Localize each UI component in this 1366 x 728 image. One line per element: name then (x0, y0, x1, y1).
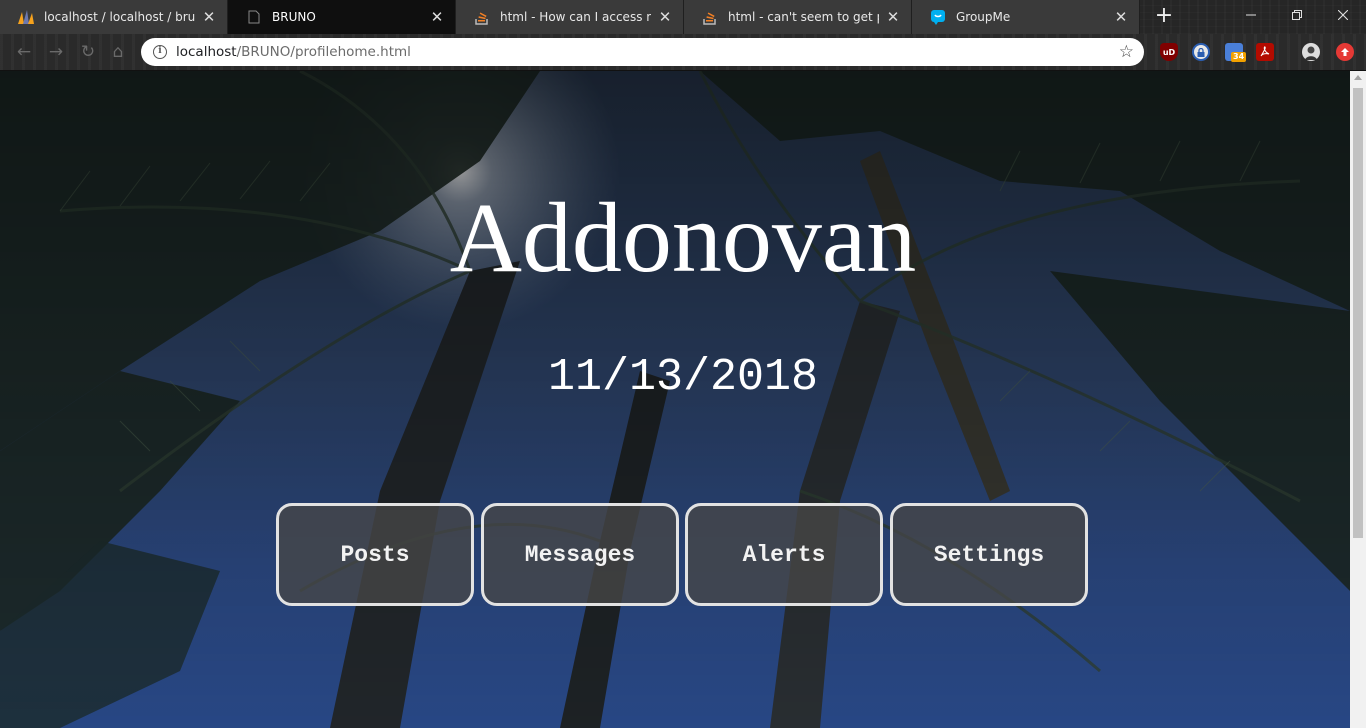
tab-stackoverflow-2[interactable]: html - can't seem to get php w ✕ (684, 0, 912, 34)
settings-button[interactable]: Settings (890, 503, 1088, 606)
profile-name: Addonovan (449, 182, 917, 293)
reload-icon[interactable]: ↻ (78, 42, 98, 62)
scrollbar-thumb[interactable] (1353, 88, 1363, 538)
tab-groupme[interactable]: GroupMe ✕ (912, 0, 1140, 34)
tab-title: GroupMe (956, 10, 1011, 24)
site-info-icon[interactable]: i (153, 45, 167, 59)
tab-phpmyadmin[interactable]: localhost / localhost / bruno / ✕ (0, 0, 228, 34)
profile-date: 11/13/2018 (547, 352, 819, 403)
bookmark-star-icon[interactable]: ☆ (1119, 42, 1134, 62)
tab-stackoverflow-1[interactable]: html - How can I access my se ✕ (456, 0, 684, 34)
restore-button[interactable] (1274, 0, 1320, 30)
close-icon[interactable]: ✕ (885, 9, 901, 25)
lastpass-icon[interactable] (1192, 43, 1210, 61)
tab-title: html - can't seem to get php w (728, 10, 879, 24)
restore-icon (1292, 10, 1302, 20)
url-path: /BRUNO/profilehome.html (236, 44, 411, 60)
browser-toolbar: ← → ↻ ⌂ i localhost/BRUNO/profilehome.ht… (0, 34, 1366, 71)
minimize-icon (1246, 14, 1256, 16)
close-icon (1338, 10, 1348, 20)
phpmyadmin-icon (18, 9, 34, 25)
tab-bruno[interactable]: BRUNO ✕ (228, 0, 456, 34)
ublock-icon[interactable]: uD (1160, 43, 1178, 61)
stackoverflow-icon (702, 9, 718, 25)
close-icon[interactable]: ✕ (429, 9, 445, 25)
posts-button[interactable]: Posts (276, 503, 474, 606)
new-tab-button[interactable]: + (1152, 5, 1176, 29)
extension-icon[interactable]: 34 (1225, 43, 1247, 62)
back-arrow-icon[interactable]: ← (14, 42, 34, 62)
blank-page-icon (246, 9, 262, 25)
home-icon[interactable]: ⌂ (108, 42, 128, 62)
scroll-up-arrow-icon[interactable] (1354, 75, 1362, 80)
alerts-button[interactable]: Alerts (685, 503, 883, 606)
tab-strip: localhost / localhost / bruno / ✕ BRUNO … (0, 0, 1366, 34)
url-text[interactable]: localhost/BRUNO/profilehome.html (176, 44, 1119, 60)
tab-title: html - How can I access my se (500, 10, 651, 24)
close-icon[interactable]: ✕ (201, 9, 217, 25)
groupme-icon (930, 9, 946, 25)
update-arrow-icon[interactable] (1336, 43, 1354, 61)
url-host: localhost (176, 44, 237, 60)
close-icon[interactable]: ✕ (657, 9, 673, 25)
close-window-button[interactable] (1320, 0, 1366, 30)
avatar[interactable] (1302, 43, 1320, 61)
address-bar[interactable]: i localhost/BRUNO/profilehome.html ☆ (141, 38, 1144, 66)
extension-badge: 34 (1231, 52, 1247, 62)
pdf-icon[interactable] (1256, 43, 1274, 61)
messages-button[interactable]: Messages (481, 503, 679, 606)
close-icon[interactable]: ✕ (1113, 9, 1129, 25)
tab-title: BRUNO (272, 10, 316, 24)
stackoverflow-icon (474, 9, 490, 25)
tab-title: localhost / localhost / bruno / (44, 10, 195, 24)
minimize-button[interactable] (1228, 0, 1274, 30)
forward-arrow-icon[interactable]: → (46, 42, 66, 62)
